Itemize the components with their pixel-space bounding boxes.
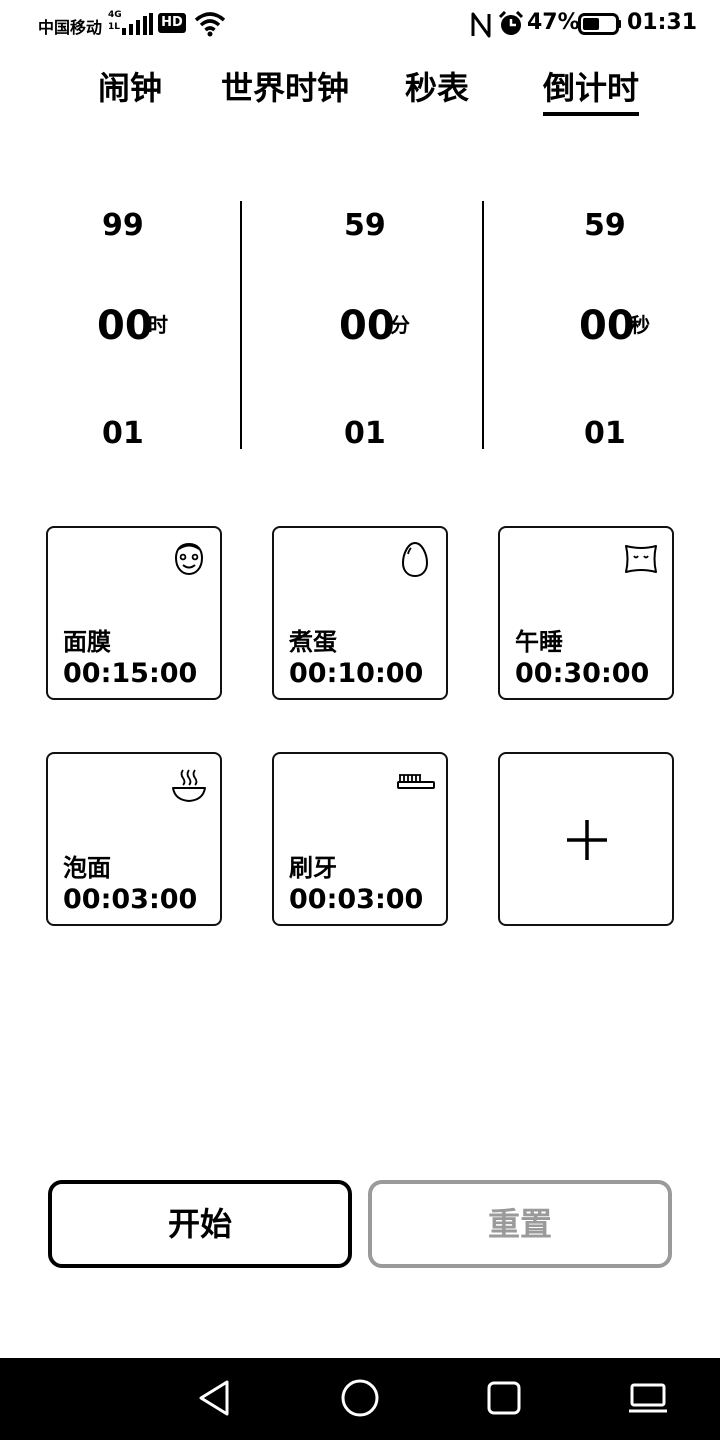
signal-icon [122, 13, 153, 35]
preset-card-instant-noodles[interactable]: 泡面 00:03:00 [46, 752, 222, 926]
minutes-next: 01 [344, 416, 386, 451]
preset-card-nap[interactable]: 午睡 00:30:00 [498, 526, 674, 700]
battery-icon [578, 13, 621, 35]
carrier-label: 中国移动 [38, 18, 103, 37]
home-icon[interactable] [340, 1378, 380, 1418]
preset-name: 午睡 [515, 628, 563, 656]
preset-time: 00:03:00 [63, 884, 198, 915]
seconds-next: 01 [584, 416, 626, 451]
active-tab-indicator [543, 112, 639, 116]
pillow-icon [625, 545, 657, 573]
tab-alarm[interactable]: 闹钟 [98, 68, 162, 108]
tab-world-clock[interactable]: 世界时钟 [221, 68, 349, 108]
network-type-label: 4G [108, 10, 122, 20]
desktop-icon[interactable] [628, 1378, 668, 1418]
preset-name: 刷牙 [289, 854, 337, 882]
reset-button[interactable]: 重置 [368, 1180, 672, 1268]
recents-icon[interactable] [484, 1378, 524, 1418]
battery-percent: 47% [527, 10, 580, 35]
hd-badge: HD [158, 13, 186, 33]
back-icon[interactable] [195, 1378, 235, 1418]
preset-time: 00:03:00 [289, 884, 424, 915]
hours-current: 00 [97, 303, 153, 349]
wifi-icon [194, 12, 226, 37]
nfc-icon [471, 12, 491, 38]
seconds-prev: 59 [584, 208, 626, 243]
noodle-bowl-icon [172, 769, 206, 802]
hours-unit: 时 [148, 313, 168, 337]
minutes-prev: 59 [344, 208, 386, 243]
preset-card-boil-egg[interactable]: 煮蛋 00:10:00 [272, 526, 448, 700]
preset-card-brush-teeth[interactable]: 刷牙 00:03:00 [272, 752, 448, 926]
preset-card-face-mask[interactable]: 面膜 00:15:00 [46, 526, 222, 700]
status-time: 01:31 [627, 10, 698, 35]
face-mask-icon [174, 542, 204, 576]
alarm-icon [498, 11, 524, 35]
preset-name: 面膜 [63, 628, 111, 656]
preset-time: 00:10:00 [289, 658, 424, 689]
minutes-picker[interactable]: 59 00 分 01 [242, 200, 482, 451]
hours-next: 01 [102, 416, 144, 451]
seconds-current: 00 [579, 303, 635, 349]
minutes-current: 00 [339, 303, 395, 349]
toothbrush-icon [397, 774, 435, 789]
preset-time: 00:15:00 [63, 658, 198, 689]
preset-time: 00:30:00 [515, 658, 650, 689]
seconds-unit: 秒 [630, 313, 650, 337]
tab-stopwatch[interactable]: 秒表 [405, 68, 469, 108]
egg-icon [401, 541, 429, 578]
tab-countdown[interactable]: 倒计时 [543, 68, 639, 108]
navigation-bar [0, 1358, 720, 1440]
hours-picker[interactable]: 99 00 时 01 [0, 200, 240, 451]
seconds-picker[interactable]: 59 00 秒 01 [482, 200, 720, 451]
hours-prev: 99 [102, 208, 144, 243]
preset-name: 泡面 [63, 854, 111, 882]
network-sub-label: 1L [108, 22, 120, 32]
status-bar: 中国移动 4G 1L HD 47% 01:31 [0, 0, 720, 48]
plus-icon [567, 820, 607, 860]
add-preset-button[interactable] [498, 752, 674, 926]
preset-name: 煮蛋 [289, 628, 337, 656]
minutes-unit: 分 [390, 313, 410, 337]
start-button[interactable]: 开始 [48, 1180, 352, 1268]
